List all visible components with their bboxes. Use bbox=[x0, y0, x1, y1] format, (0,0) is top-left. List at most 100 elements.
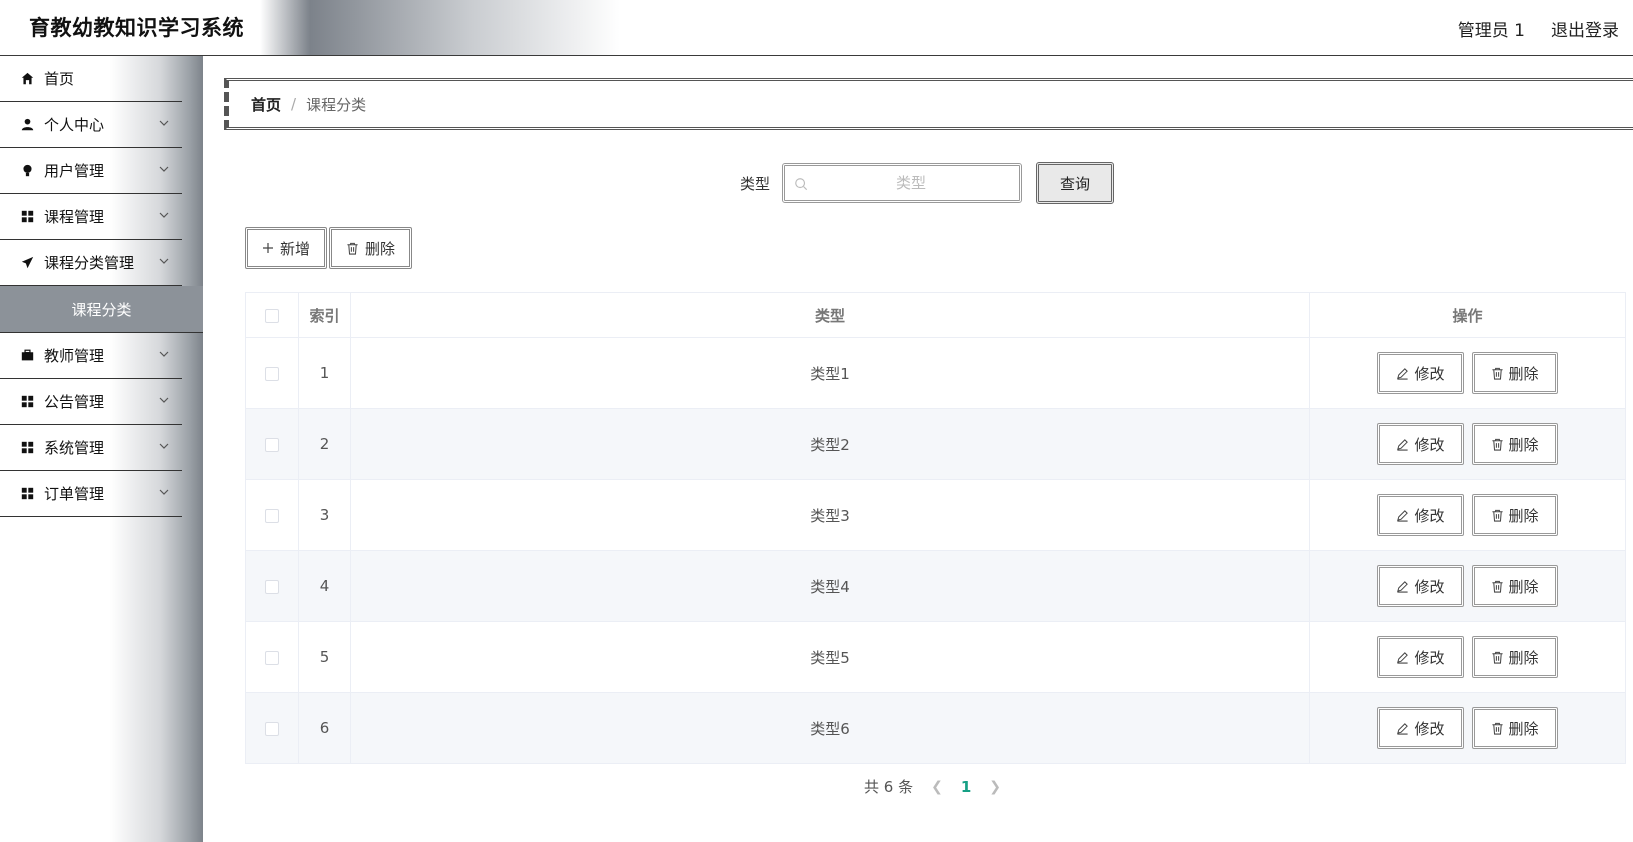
breadcrumb-home[interactable]: 首页 bbox=[251, 94, 281, 115]
edit-button[interactable]: 修改 bbox=[1377, 352, 1464, 394]
table-row: 4 类型4 修改 删除 bbox=[245, 550, 1626, 622]
delete-button-label: 删除 bbox=[1508, 506, 1539, 525]
chevron-down-icon bbox=[159, 258, 169, 264]
sidebar-item-teacher-management[interactable]: 教师管理 bbox=[0, 333, 182, 379]
edit-button[interactable]: 修改 bbox=[1377, 423, 1464, 465]
delete-button[interactable]: 删除 bbox=[1471, 352, 1558, 394]
grid-icon bbox=[20, 440, 35, 455]
chevron-down-icon bbox=[159, 120, 169, 126]
sidebar-item-course-management[interactable]: 课程管理 bbox=[0, 194, 182, 240]
plus-icon bbox=[263, 243, 273, 253]
row-index: 4 bbox=[298, 550, 351, 622]
query-button[interactable]: 查询 bbox=[1036, 162, 1115, 204]
table-row: 6 类型6 修改 删除 bbox=[245, 692, 1626, 764]
select-all-cell bbox=[245, 292, 299, 338]
table-row: 5 类型5 修改 删除 bbox=[245, 621, 1626, 693]
sidebar-item-label: 首页 bbox=[44, 70, 75, 88]
row-actions: 修改 删除 bbox=[1309, 692, 1626, 764]
sidebar-item-announcement-management[interactable]: 公告管理 bbox=[0, 379, 182, 425]
edit-button-label: 修改 bbox=[1414, 648, 1445, 667]
add-button-label: 新增 bbox=[280, 239, 311, 258]
sidebar: 首页 个人中心 用户管理 课程管理 课程分类管理 课程分类 教师管理 公告管理 … bbox=[0, 56, 203, 842]
bulb-icon bbox=[20, 163, 35, 178]
row-index: 5 bbox=[298, 621, 351, 693]
search-input[interactable] bbox=[785, 166, 1020, 200]
next-page-icon[interactable]: ❯ bbox=[989, 779, 1001, 795]
current-user[interactable]: 管理员 1 bbox=[1458, 16, 1525, 41]
row-checkbox[interactable] bbox=[265, 579, 279, 594]
delete-button[interactable]: 删除 bbox=[1471, 565, 1558, 607]
prev-page-icon[interactable]: ❮ bbox=[931, 779, 943, 795]
row-actions: 修改 删除 bbox=[1309, 408, 1626, 480]
edit-icon bbox=[1397, 438, 1409, 451]
top-header: 育教幼教知识学习系统 管理员 1 退出登录 bbox=[0, 0, 1633, 56]
row-actions: 修改 删除 bbox=[1309, 550, 1626, 622]
trash-icon bbox=[1491, 722, 1503, 735]
sidebar-item-home[interactable]: 首页 bbox=[0, 56, 182, 102]
trash-icon bbox=[1491, 367, 1503, 380]
row-checkbox[interactable] bbox=[265, 437, 279, 452]
search-bar: 类型 查询 bbox=[740, 162, 1115, 204]
sidebar-item-user-management[interactable]: 用户管理 bbox=[0, 148, 182, 194]
row-checkbox[interactable] bbox=[265, 508, 279, 523]
row-type: 类型1 bbox=[350, 337, 1310, 409]
row-type: 类型6 bbox=[350, 692, 1310, 764]
breadcrumb-current: 课程分类 bbox=[306, 95, 367, 114]
sidebar-item-personal-center[interactable]: 个人中心 bbox=[0, 102, 182, 148]
edit-button[interactable]: 修改 bbox=[1377, 565, 1464, 607]
briefcase-icon bbox=[20, 348, 35, 363]
row-select-cell bbox=[245, 408, 299, 480]
sidebar-item-label: 系统管理 bbox=[44, 439, 105, 457]
row-checkbox[interactable] bbox=[265, 366, 279, 381]
user-icon bbox=[20, 117, 35, 132]
table-row: 2 类型2 修改 删除 bbox=[245, 408, 1626, 480]
edit-button-label: 修改 bbox=[1414, 364, 1445, 383]
delete-button-label: 删除 bbox=[1508, 435, 1539, 454]
row-actions: 修改 删除 bbox=[1309, 621, 1626, 693]
edit-button[interactable]: 修改 bbox=[1377, 636, 1464, 678]
page-number[interactable]: 1 bbox=[961, 778, 971, 796]
delete-button[interactable]: 删除 bbox=[1471, 707, 1558, 749]
add-button[interactable]: 新增 bbox=[245, 227, 328, 269]
edit-icon bbox=[1397, 722, 1409, 735]
row-select-cell bbox=[245, 479, 299, 551]
sidebar-subitem-course-category[interactable]: 课程分类 bbox=[0, 286, 203, 333]
sidebar-item-system-management[interactable]: 系统管理 bbox=[0, 425, 182, 471]
trash-icon bbox=[1491, 580, 1503, 593]
row-actions: 修改 删除 bbox=[1309, 337, 1626, 409]
data-table: 索引 类型 操作 1 类型1 修改 删除 2 类型2 修改 删除 3 类型3 修改 删除 4 类型4 修改删… bbox=[245, 292, 1626, 764]
row-checkbox[interactable] bbox=[265, 721, 279, 736]
header-type: 类型 bbox=[350, 292, 1310, 338]
sidebar-item-order-management[interactable]: 订单管理 bbox=[0, 471, 182, 517]
row-index: 6 bbox=[298, 692, 351, 764]
pagination: 共 6 条 ❮ 1 ❯ bbox=[864, 776, 1001, 797]
breadcrumb: 首页 / 课程分类 bbox=[224, 78, 1633, 130]
app-title: 育教幼教知识学习系统 bbox=[29, 16, 244, 40]
grid-icon bbox=[20, 209, 35, 224]
chevron-down-icon bbox=[159, 443, 169, 449]
select-all-checkbox[interactable] bbox=[265, 308, 279, 323]
delete-button[interactable]: 删除 bbox=[1471, 423, 1558, 465]
chevron-down-icon bbox=[159, 212, 169, 218]
sidebar-item-course-category-management[interactable]: 课程分类管理 bbox=[0, 240, 182, 286]
table-header-row: 索引 类型 操作 bbox=[245, 292, 1626, 338]
row-index: 3 bbox=[298, 479, 351, 551]
row-checkbox[interactable] bbox=[265, 650, 279, 665]
delete-button[interactable]: 删除 bbox=[1471, 636, 1558, 678]
row-select-cell bbox=[245, 337, 299, 409]
send-icon bbox=[20, 255, 35, 270]
edit-icon bbox=[1397, 509, 1409, 522]
delete-button-label: 删除 bbox=[1508, 577, 1539, 596]
batch-delete-button[interactable]: 删除 bbox=[329, 227, 413, 269]
edit-icon bbox=[1397, 367, 1409, 380]
sidebar-menu-lower: 教师管理 公告管理 系统管理 订单管理 bbox=[0, 333, 182, 517]
header-user-area: 管理员 1 退出登录 bbox=[1458, 16, 1619, 41]
sidebar-item-label: 教师管理 bbox=[44, 347, 105, 365]
row-type: 类型5 bbox=[350, 621, 1310, 693]
edit-button[interactable]: 修改 bbox=[1377, 707, 1464, 749]
logout-link[interactable]: 退出登录 bbox=[1551, 16, 1619, 41]
search-icon bbox=[795, 178, 808, 191]
row-type: 类型2 bbox=[350, 408, 1310, 480]
delete-button[interactable]: 删除 bbox=[1471, 494, 1558, 536]
edit-button[interactable]: 修改 bbox=[1377, 494, 1464, 536]
